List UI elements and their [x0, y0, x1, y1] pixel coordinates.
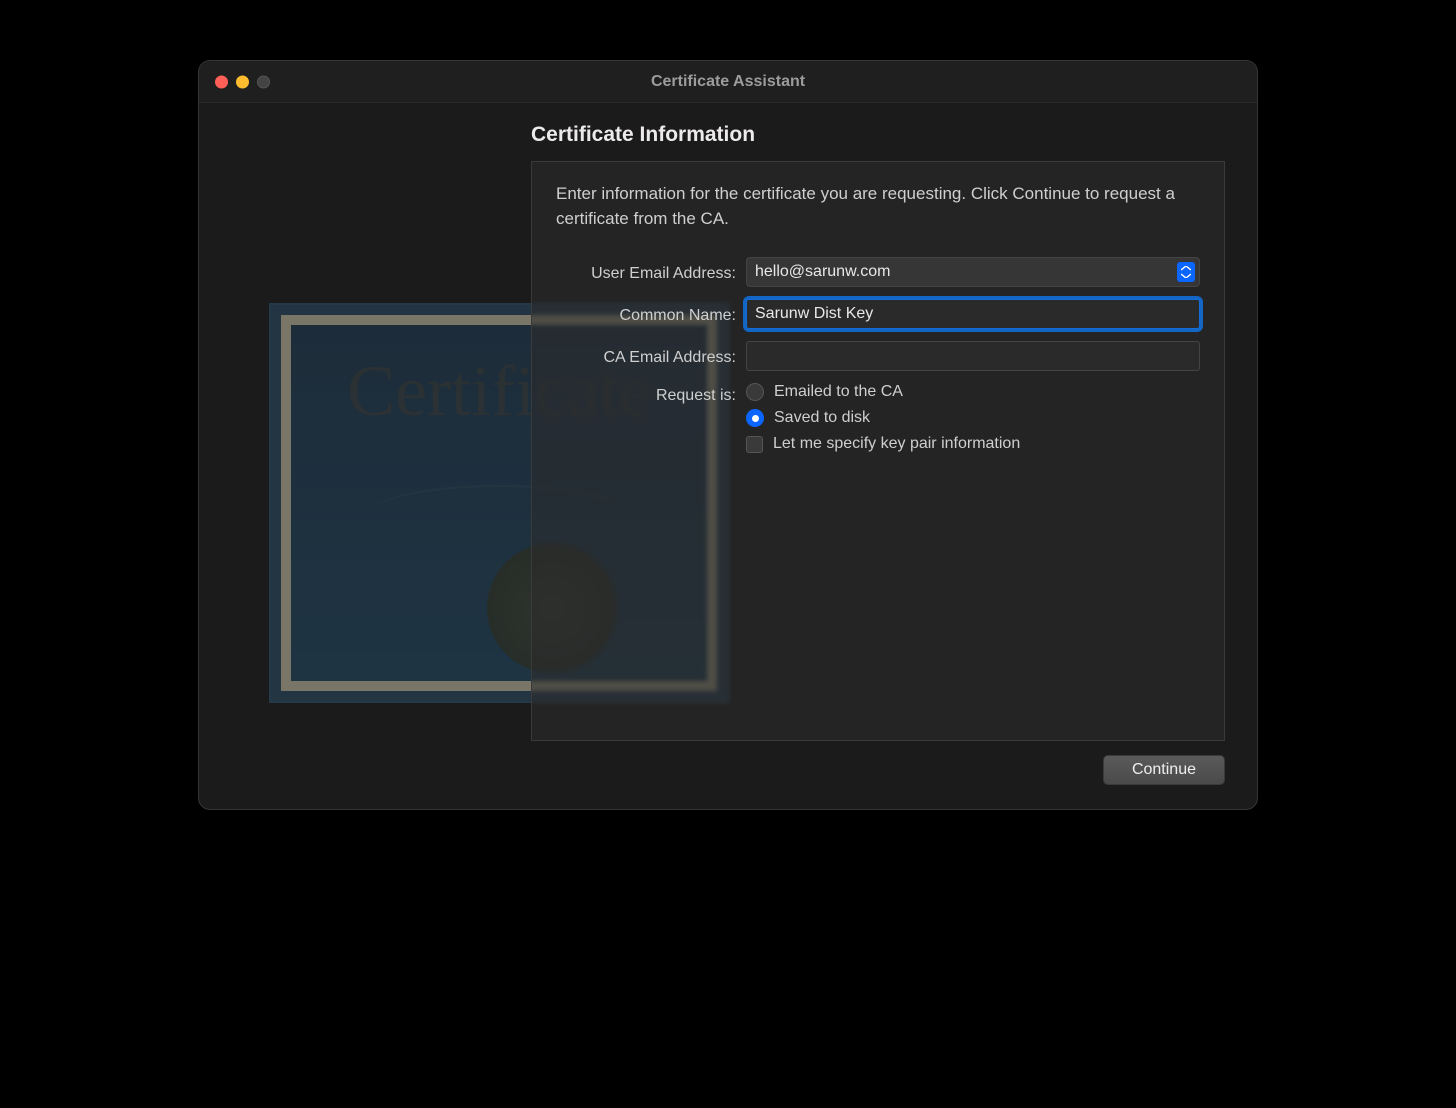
certificate-assistant-window: Certificate Assistant Certificate Inform… — [198, 60, 1258, 810]
radio-saved-label: Saved to disk — [774, 409, 870, 427]
user-email-combobox[interactable]: hello@sarunw.com — [746, 257, 1200, 287]
window-controls — [215, 75, 270, 88]
continue-button[interactable]: Continue — [1103, 755, 1225, 785]
common-name-label: Common Name: — [556, 303, 746, 325]
radio-selected-icon — [746, 409, 764, 427]
intro-text: Enter information for the certificate yo… — [556, 182, 1200, 231]
minimize-icon[interactable] — [236, 75, 249, 88]
window-title: Certificate Assistant — [199, 73, 1257, 91]
zoom-disabled-icon — [257, 75, 270, 88]
ca-email-input[interactable] — [746, 341, 1200, 371]
ca-email-label: CA Email Address: — [556, 345, 746, 367]
chevron-down-icon[interactable] — [1177, 262, 1195, 282]
checkbox-specify-label: Let me specify key pair information — [773, 435, 1020, 453]
titlebar: Certificate Assistant — [199, 61, 1257, 103]
checkbox-specify-keypair[interactable]: Let me specify key pair information — [746, 435, 1200, 453]
request-is-label: Request is: — [556, 383, 746, 405]
radio-emailed-label: Emailed to the CA — [774, 383, 903, 401]
close-icon[interactable] — [215, 75, 228, 88]
checkbox-icon — [746, 436, 763, 453]
section-title: Certificate Information — [531, 123, 1225, 147]
window-content: Certificate Information Enter informatio… — [199, 103, 1257, 809]
common-name-input[interactable] — [746, 299, 1200, 329]
radio-saved-to-disk[interactable]: Saved to disk — [746, 409, 1200, 427]
radio-icon — [746, 383, 764, 401]
form-panel: Enter information for the certificate yo… — [531, 161, 1225, 741]
user-email-value: hello@sarunw.com — [755, 263, 1171, 281]
user-email-label: User Email Address: — [556, 261, 746, 283]
radio-emailed-to-ca[interactable]: Emailed to the CA — [746, 383, 1200, 401]
